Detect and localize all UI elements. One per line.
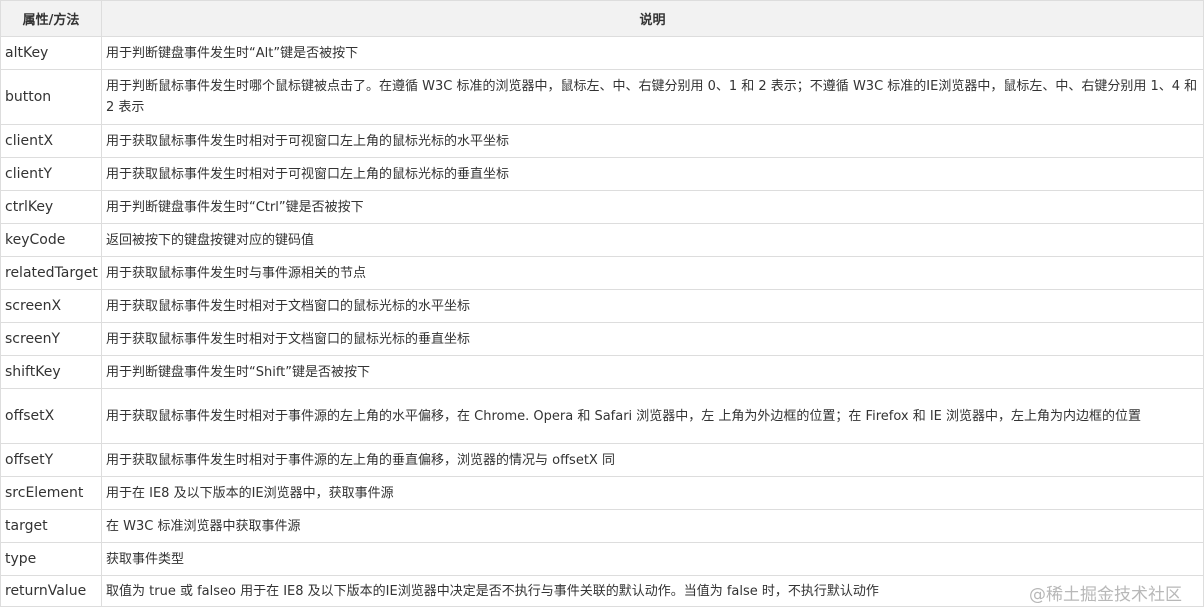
table-row: button 用于判断鼠标事件发生时哪个鼠标键被点击了。在遵循 W3C 标准的浏… — [0, 69, 1204, 125]
table-row: altKey 用于判断键盘事件发生时“Alt”键是否被按下 — [0, 36, 1204, 70]
property-name: offsetX — [0, 388, 102, 444]
header-description: 说明 — [101, 0, 1204, 37]
property-description: 返回被按下的键盘按键对应的键码值 — [101, 223, 1204, 257]
table-row: screenX 用于获取鼠标事件发生时相对于文档窗口的鼠标光标的水平坐标 — [0, 289, 1204, 323]
property-name: offsetY — [0, 443, 102, 477]
table-row: ctrlKey 用于判断键盘事件发生时“Ctrl”键是否被按下 — [0, 190, 1204, 224]
property-name: screenX — [0, 289, 102, 323]
header-property-method: 属性/方法 — [0, 0, 102, 37]
table-row: type 获取事件类型 — [0, 542, 1204, 576]
table-row: clientY 用于获取鼠标事件发生时相对于可视窗口左上角的鼠标光标的垂直坐标 — [0, 157, 1204, 191]
property-description: 用于获取鼠标事件发生时与事件源相关的节点 — [101, 256, 1204, 290]
property-name: target — [0, 509, 102, 543]
property-description: 用于在 IE8 及以下版本的IE浏览器中，获取事件源 — [101, 476, 1204, 510]
table-row: offsetY 用于获取鼠标事件发生时相对于事件源的左上角的垂直偏移，浏览器的情… — [0, 443, 1204, 477]
table-row: shiftKey 用于判断键盘事件发生时“Shift”键是否被按下 — [0, 355, 1204, 389]
table-row: offsetX 用于获取鼠标事件发生时相对于事件源的左上角的水平偏移，在 Chr… — [0, 388, 1204, 444]
property-description: 用于判断键盘事件发生时“Alt”键是否被按下 — [101, 36, 1204, 70]
property-name: button — [0, 69, 102, 125]
property-name: relatedTarget — [0, 256, 102, 290]
property-description: 获取事件类型 — [101, 542, 1204, 576]
table-row: srcElement 用于在 IE8 及以下版本的IE浏览器中，获取事件源 — [0, 476, 1204, 510]
table-row: clientX 用于获取鼠标事件发生时相对于可视窗口左上角的鼠标光标的水平坐标 — [0, 124, 1204, 158]
property-name: srcElement — [0, 476, 102, 510]
table-row: target 在 W3C 标准浏览器中获取事件源 — [0, 509, 1204, 543]
property-description: 用于获取鼠标事件发生时相对于事件源的左上角的水平偏移，在 Chrome. Ope… — [101, 388, 1204, 444]
event-properties-table: 属性/方法 说明 altKey 用于判断键盘事件发生时“Alt”键是否被按下 b… — [0, 0, 1204, 607]
property-name: returnValue — [0, 575, 102, 607]
property-description: 用于判断键盘事件发生时“Ctrl”键是否被按下 — [101, 190, 1204, 224]
property-description: 用于获取鼠标事件发生时相对于事件源的左上角的垂直偏移，浏览器的情况与 offse… — [101, 443, 1204, 477]
property-description: 用于判断鼠标事件发生时哪个鼠标键被点击了。在遵循 W3C 标准的浏览器中，鼠标左… — [101, 69, 1204, 125]
table-row: relatedTarget 用于获取鼠标事件发生时与事件源相关的节点 — [0, 256, 1204, 290]
property-name: altKey — [0, 36, 102, 70]
property-name: clientX — [0, 124, 102, 158]
table-row: returnValue 取值为 true 或 falseo 用于在 IE8 及以… — [0, 575, 1204, 607]
property-name: shiftKey — [0, 355, 102, 389]
property-name: keyCode — [0, 223, 102, 257]
property-description: 取值为 true 或 falseo 用于在 IE8 及以下版本的IE浏览器中决定… — [101, 575, 1204, 607]
property-description: 在 W3C 标准浏览器中获取事件源 — [101, 509, 1204, 543]
property-name: ctrlKey — [0, 190, 102, 224]
property-description: 用于获取鼠标事件发生时相对于可视窗口左上角的鼠标光标的水平坐标 — [101, 124, 1204, 158]
table-row: screenY 用于获取鼠标事件发生时相对于文档窗口的鼠标光标的垂直坐标 — [0, 322, 1204, 356]
property-description: 用于获取鼠标事件发生时相对于文档窗口的鼠标光标的垂直坐标 — [101, 322, 1204, 356]
table-header-row: 属性/方法 说明 — [0, 0, 1204, 37]
property-name: type — [0, 542, 102, 576]
table-row: keyCode 返回被按下的键盘按键对应的键码值 — [0, 223, 1204, 257]
property-description: 用于获取鼠标事件发生时相对于可视窗口左上角的鼠标光标的垂直坐标 — [101, 157, 1204, 191]
property-description: 用于获取鼠标事件发生时相对于文档窗口的鼠标光标的水平坐标 — [101, 289, 1204, 323]
property-description: 用于判断键盘事件发生时“Shift”键是否被按下 — [101, 355, 1204, 389]
property-name: screenY — [0, 322, 102, 356]
property-name: clientY — [0, 157, 102, 191]
